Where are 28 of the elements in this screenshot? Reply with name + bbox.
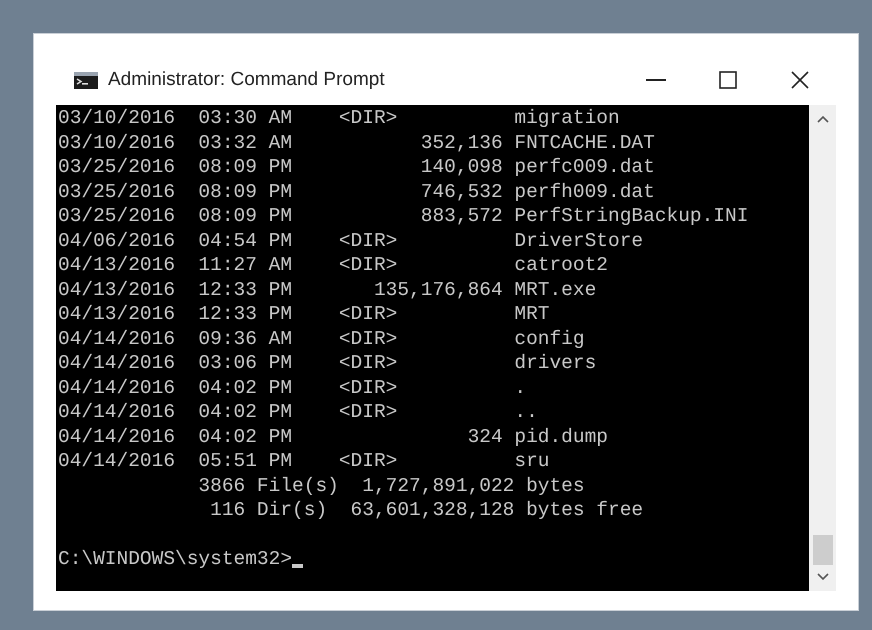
scrollbar-thumb[interactable] <box>812 535 832 565</box>
console-line: 04/14/2016 04:02 PM 324 pid.dump <box>58 424 608 449</box>
close-icon <box>791 71 809 89</box>
maximize-icon <box>719 71 737 89</box>
scrollbar[interactable] <box>809 105 836 591</box>
console-line: 04/14/2016 09:36 AM <DIR> config <box>58 326 585 351</box>
console-line: 3866 File(s) 1,727,891,022 bytes <box>197 474 585 498</box>
console-line: 04/13/2016 12:33 PM 135,176,864 MRT.exe <box>58 278 596 302</box>
text-cursor <box>292 564 304 568</box>
console-icon <box>74 72 98 88</box>
console-line: 03/10/2016 03:32 AM 352,136 FNTCACHE.DAT <box>58 130 655 155</box>
console-line: 03/25/2016 08:09 PM 883,572 PerfStringBackup.INI <box>58 204 748 228</box>
scroll-up-icon[interactable] <box>816 115 828 123</box>
command-prompt: C:\WINDOWS\system32> <box>58 547 292 572</box>
window-title: Administrator: Command Prompt <box>108 68 385 92</box>
console-line: 03/10/2016 03:30 AM <DIR> migration <box>58 106 620 130</box>
console-line: 03/25/2016 08:09 PM 140,098 perfc009.dat <box>58 155 655 180</box>
scroll-down-icon[interactable] <box>816 573 828 581</box>
console-line: 116 Dir(s) 63,601,328,128 bytes free <box>209 498 644 522</box>
console-line: 04/14/2016 04:02 PM <DIR> . <box>58 376 526 400</box>
console-line: 03/25/2016 08:09 PM 746,532 perfh009.dat <box>58 180 655 204</box>
console-line: 04/13/2016 11:27 AM <DIR> catroot2 <box>58 253 608 278</box>
console-line: 04/14/2016 04:02 PM <DIR> .. <box>58 400 538 424</box>
minimize-icon <box>646 79 666 81</box>
console-line: 04/13/2016 12:33 PM <DIR> MRT <box>58 302 550 326</box>
console-line: 04/14/2016 05:51 PM <DIR> sru <box>58 449 550 474</box>
console-line: 04/14/2016 03:06 PM <DIR> drivers <box>58 351 596 376</box>
console-line: 04/06/2016 04:54 PM <DIR> DriverStore <box>58 228 644 253</box>
